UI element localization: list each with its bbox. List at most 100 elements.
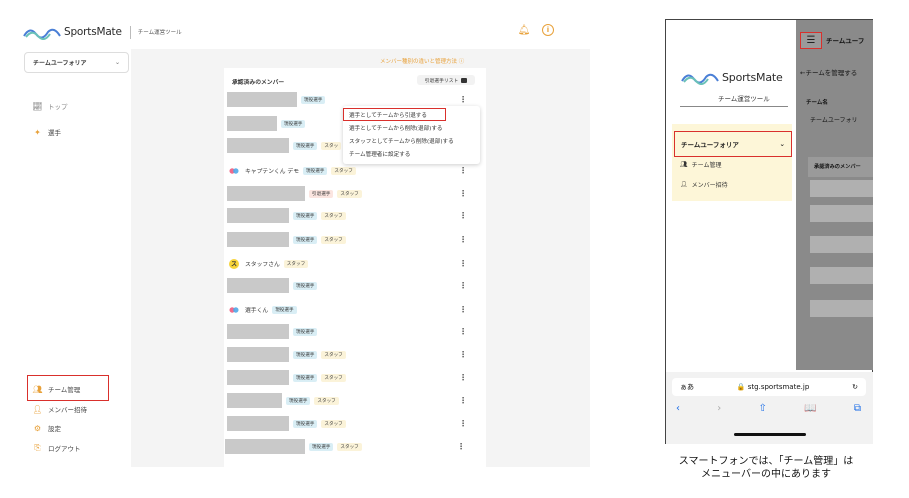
role-badge: スタッフ (321, 350, 346, 359)
phone-logo: SportsMate (680, 69, 783, 85)
member-row: 現役選手 ⋮ (227, 324, 477, 339)
retired-list-button[interactable]: 引退選手リスト (417, 75, 475, 85)
more-options-icon[interactable]: ⋮ (459, 419, 467, 428)
browser-nav: ‹ › ⇧ 📖 ⧉ (676, 403, 861, 414)
more-options-icon[interactable]: ⋮ (459, 350, 467, 359)
more-options-icon[interactable]: ⋮ (459, 259, 467, 268)
menu-item-remove-player[interactable]: 選手としてチームから削除(退部)する (349, 124, 443, 132)
sidebar-item-logout[interactable]: ⎘ ログアウト (33, 443, 81, 453)
more-options-icon[interactable]: ⋮ (459, 95, 467, 104)
member-name: キャプテンくん デモ (245, 169, 300, 175)
role-badge: スタッフ (337, 189, 362, 198)
browser-url-bar[interactable]: ぁあ 🔒 stg.sportsmate.jp ↻ (672, 378, 866, 396)
member-row: 現役選手 スタッフ ⋮ (227, 393, 477, 408)
phone-card-title: 承認済みのメンバー (814, 164, 861, 170)
redacted-name (227, 347, 289, 362)
back-icon[interactable]: ‹ (676, 403, 680, 414)
brand-name[interactable]: SportsMate (64, 26, 122, 38)
phone-header-title: チームユーフ (826, 37, 865, 45)
caption: スマートフォンでは、「チーム管理」は メニューバーの中にあります (626, 455, 906, 481)
phone-member-row (810, 300, 873, 317)
more-options-icon[interactable]: ⋮ (459, 166, 467, 175)
role-badge: 引退選手 (309, 189, 334, 198)
chevron-down-icon: ⌄ (779, 140, 785, 148)
retired-list-label: 引退選手リスト (424, 78, 459, 84)
role-badge: 現役選手 (293, 211, 318, 220)
more-options-icon[interactable]: ⋮ (459, 211, 467, 220)
member-row: 引退選手 スタッフ ⋮ (227, 186, 477, 201)
phone-member-row (810, 236, 873, 253)
team-select[interactable]: チームユーフォリア ⌄ (24, 52, 129, 73)
redacted-name (227, 116, 277, 131)
divider (129, 25, 131, 39)
sidebar-item-label: ログアウト (48, 445, 81, 453)
role-badge: 現役選手 (301, 95, 326, 104)
sidebar-item-settings[interactable]: ⚙ 設定 (33, 423, 61, 434)
logout-icon: ⎘ (34, 443, 41, 452)
more-options-icon[interactable]: ⋮ (459, 305, 467, 314)
role-badge: 現役選手 (293, 235, 318, 244)
gear-icon: ⚙ (33, 423, 42, 433)
role-badge: スタッフ (283, 259, 309, 268)
role-badge: 現役選手 (293, 141, 318, 150)
phone-team-select[interactable]: チームユーフォリア ⌄ (674, 131, 792, 157)
sportsmate-logo-icon (23, 28, 61, 40)
forward-icon[interactable]: › (717, 403, 721, 414)
bookmarks-icon[interactable]: 📖 (804, 403, 816, 414)
phone-team-name-value: チームユーフォリ (810, 117, 858, 124)
sportsmate-logo-icon (681, 73, 719, 85)
redacted-name (227, 370, 289, 385)
more-options-icon[interactable]: ⋮ (459, 327, 467, 336)
top-bar: SportsMate チーム運営ツール (22, 18, 567, 46)
phone-team-name-label: チーム名 (806, 100, 828, 106)
sidebar-item-invite[interactable]: 👤︎ メンバー招待 (32, 404, 87, 415)
phone-brand-name: SportsMate (722, 70, 783, 84)
role-badge: スタッフ (321, 373, 346, 382)
more-options-icon[interactable]: ⋮ (459, 281, 467, 290)
menu-item-set-admin[interactable]: チーム管理者に設定する (349, 150, 410, 158)
role-badge: 現役選手 (293, 373, 318, 382)
redacted-name (227, 138, 289, 153)
caption-line: スマートフォンでは、「チーム管理」は (678, 456, 854, 467)
phone-menu-team-management[interactable]: 👥︎ チーム管理 (680, 160, 721, 169)
member-row: 現役選手 スタッフ ⋮ (225, 439, 475, 454)
menu-item-remove-staff[interactable]: スタッフとしてチームから削除(退部)する (349, 137, 454, 145)
more-options-icon[interactable]: ⋮ (459, 396, 467, 405)
highlight-box (343, 108, 446, 121)
desktop-screen: SportsMate チーム運営ツール 🔔︎ i チームユーフォリア ⌄ 📈︎ … (0, 0, 590, 470)
avatar-icon (229, 305, 239, 315)
more-options-icon[interactable]: ⋮ (457, 442, 465, 451)
member-type-help-link[interactable]: メンバー種別の違いと管理方法 ⓘ (380, 57, 464, 65)
role-badge: 現役選手 (272, 305, 297, 314)
role-badge: スタッフ (321, 235, 346, 244)
caption-line: メニューバーの中にあります (701, 469, 831, 480)
sidebar (22, 49, 130, 465)
tabs-icon[interactable]: ⧉ (854, 403, 861, 414)
tool-name: チーム運営ツール (137, 30, 182, 36)
reload-icon[interactable]: ↻ (852, 383, 858, 391)
text-size-button[interactable]: ぁあ (680, 382, 694, 392)
sidebar-item-label: メンバー招待 (48, 406, 87, 414)
more-options-icon[interactable]: ⋮ (459, 373, 467, 382)
role-badge: 現役選手 (286, 396, 311, 405)
sidebar-item-label: トップ (48, 103, 68, 111)
phone-back-link[interactable]: ←チームを管理する (800, 67, 857, 77)
sidebar-item-top[interactable]: 📈︎ トップ (32, 101, 68, 112)
role-badge: スタッフ (321, 419, 346, 428)
member-row: 現役選手 スタッフ ⋮ (227, 232, 477, 247)
bell-icon[interactable]: 🔔︎ (518, 24, 531, 36)
member-row: 現役選手 スタッフ ⋮ (227, 347, 477, 362)
phone-menu-invite[interactable]: 👤︎ メンバー招待 (680, 180, 728, 189)
more-options-icon[interactable]: ⋮ (459, 189, 467, 198)
member-row: 現役選手 ⋮ (227, 278, 477, 293)
team-select-label: チームユーフォリア (33, 60, 87, 67)
info-icon[interactable]: i (542, 24, 554, 36)
phone-member-row (810, 180, 873, 197)
role-badge: 現役選手 (281, 119, 306, 128)
hamburger-menu-icon[interactable]: ☰ (800, 32, 822, 49)
chart-icon: 📈︎ (32, 101, 43, 111)
more-options-icon[interactable]: ⋮ (459, 235, 467, 244)
member-row: 現役選手 ⋮ (227, 92, 477, 107)
sidebar-item-players[interactable]: ✦ 選手 (33, 127, 61, 138)
share-icon[interactable]: ⇧ (759, 403, 767, 414)
